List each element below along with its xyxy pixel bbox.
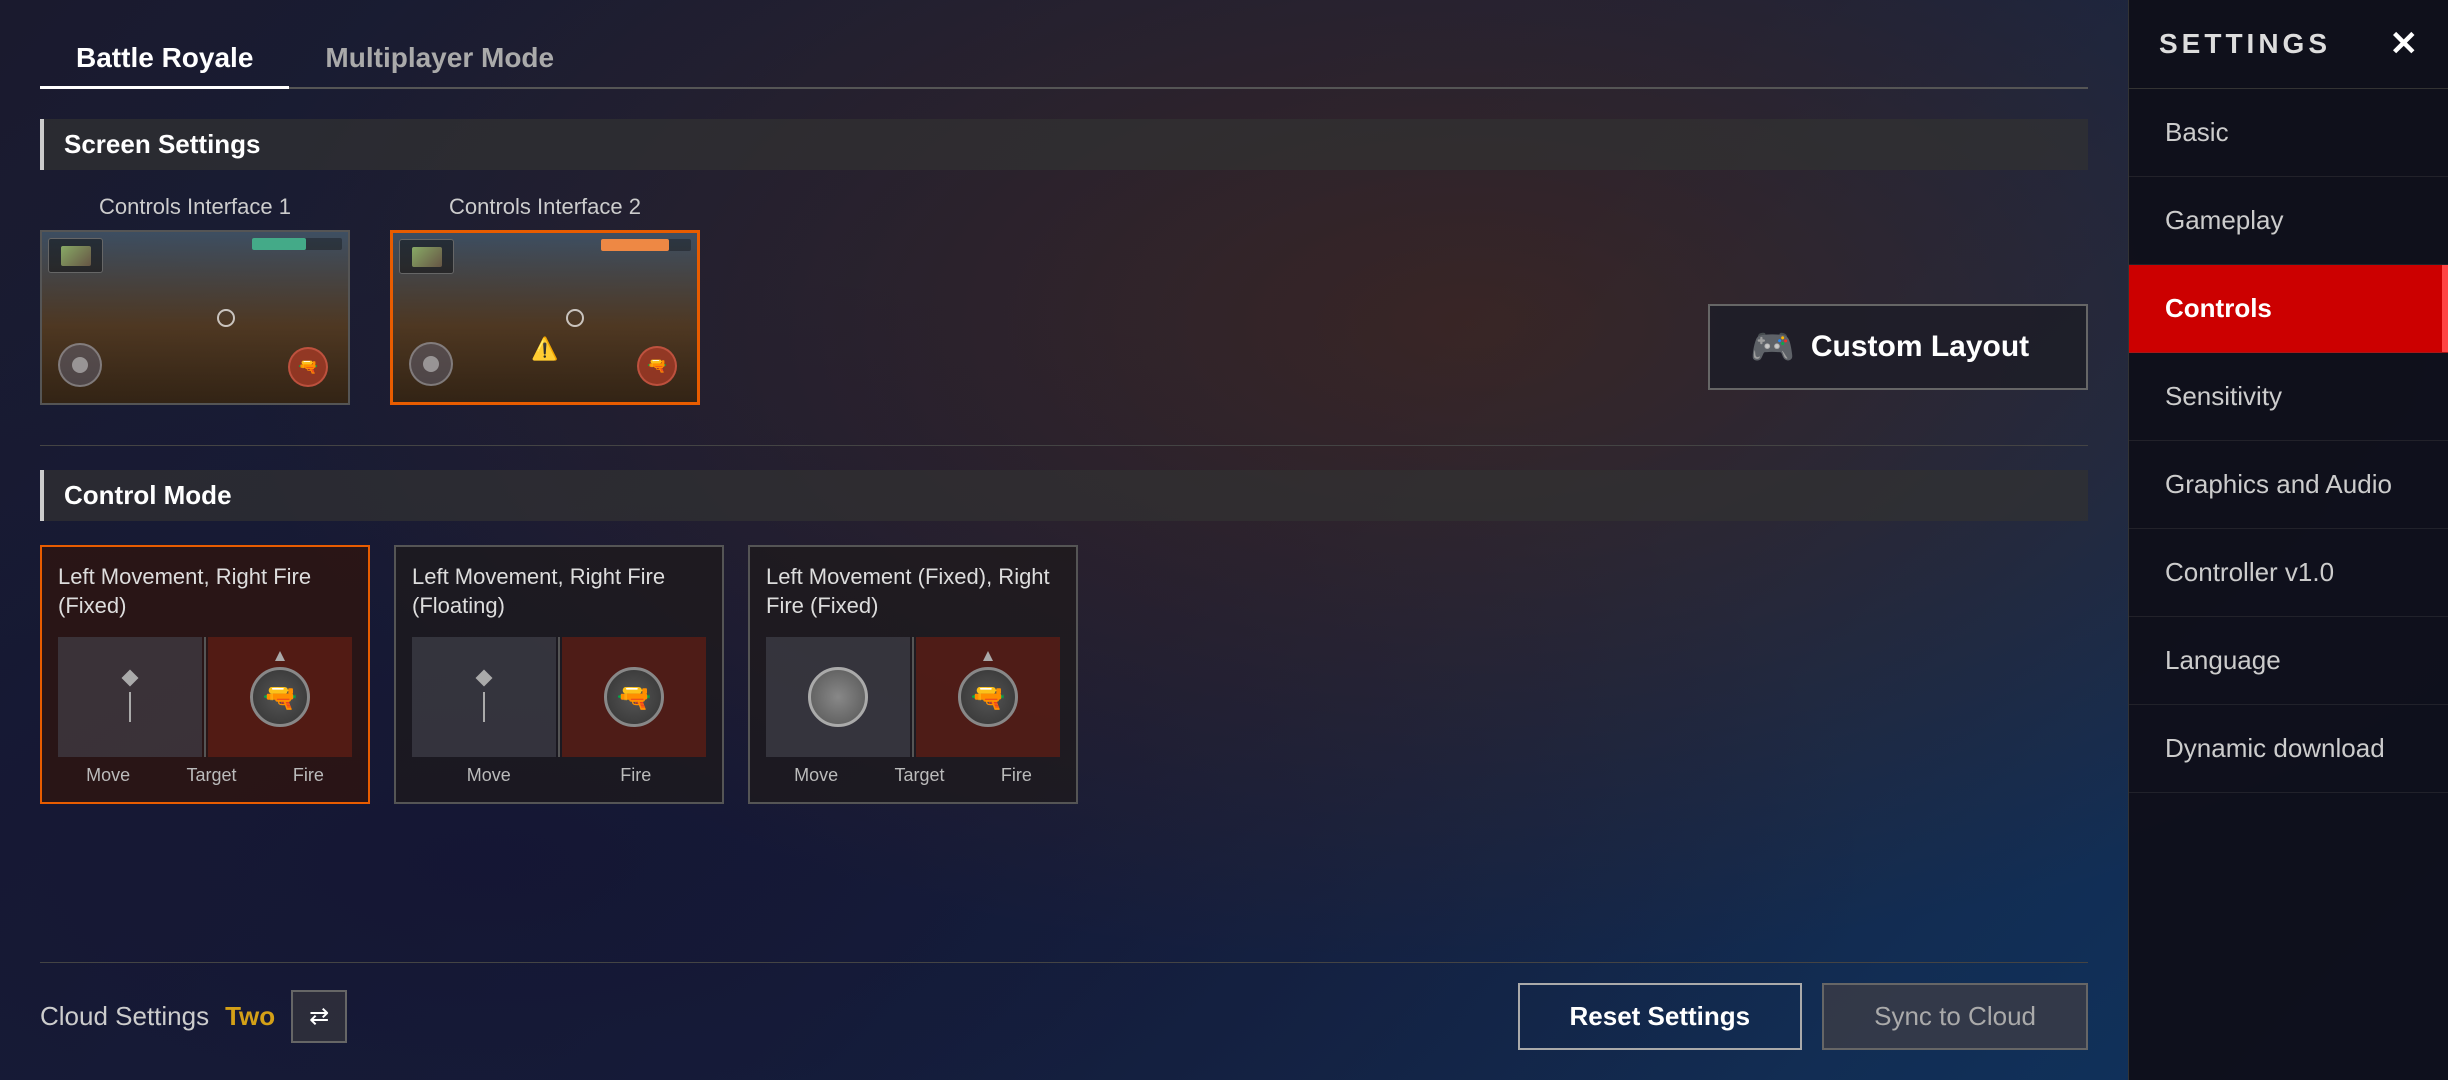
fire-button-3: 🔫 <box>958 667 1018 727</box>
swap-cloud-button[interactable]: ⇄ <box>291 990 347 1043</box>
control-half-left-3 <box>766 637 910 757</box>
control-half-left-2 <box>412 637 556 757</box>
interface-2-preview[interactable]: ⚠️ 🔫 <box>390 230 700 405</box>
sidebar-header: SETTINGS ✕ <box>2129 0 2448 89</box>
sync-to-cloud-button[interactable]: Sync to Cloud <box>1822 983 2088 1050</box>
interface-1-label: Controls Interface 1 <box>99 194 291 220</box>
control-mode-2-title: Left Movement, Right Fire (Floating) <box>412 563 706 623</box>
close-button[interactable]: ✕ <box>2390 24 2419 64</box>
label-fire-3: Fire <box>1001 765 1032 786</box>
custom-layout-button[interactable]: 🎮 Custom Layout <box>1708 304 2088 390</box>
screen-settings-area: Controls Interface 1 <box>40 194 2088 405</box>
label-move-1: Move <box>86 765 130 786</box>
fire-button-2: 🔫 <box>604 667 664 727</box>
label-target-3: Target <box>894 765 944 786</box>
control-half-right-2: 🔫 <box>562 637 706 757</box>
control-half-left-1 <box>58 637 202 757</box>
tab-multiplayer-mode[interactable]: Multiplayer Mode <box>289 30 590 89</box>
settings-sidebar: SETTINGS ✕ Basic Gameplay Controls Sensi… <box>2128 0 2448 1080</box>
joystick-stick-2 <box>483 692 485 722</box>
tab-battle-royale[interactable]: Battle Royale <box>40 30 289 89</box>
control-half-right-1: 🔫 <box>208 637 352 757</box>
label-fire-2: Fire <box>620 765 651 786</box>
sidebar-item-graphics-audio[interactable]: Graphics and Audio <box>2129 441 2448 529</box>
interface-2-label: Controls Interface 2 <box>449 194 641 220</box>
control-mode-2-visual: 🔫 <box>412 637 706 757</box>
fixed-joystick-3 <box>808 667 868 727</box>
joystick-stick-1 <box>129 692 131 722</box>
reset-settings-button[interactable]: Reset Settings <box>1518 983 1803 1050</box>
interface-1-preview-ui: 🔫 <box>42 232 348 403</box>
joystick-dot-1 <box>122 670 139 687</box>
sidebar-item-gameplay[interactable]: Gameplay <box>2129 177 2448 265</box>
control-labels-2: Move Fire <box>412 765 706 786</box>
control-modes-row: Left Movement, Right Fire (Fixed) 🔫 Move… <box>40 545 2088 804</box>
label-target-1: Target <box>186 765 236 786</box>
cloud-settings-value: Two <box>225 1001 275 1032</box>
sidebar-items-list: Basic Gameplay Controls Sensitivity Grap… <box>2129 89 2448 793</box>
bottom-bar: Cloud Settings Two ⇄ Reset Settings Sync… <box>40 962 2088 1050</box>
bottom-buttons: Reset Settings Sync to Cloud <box>1518 983 2088 1050</box>
control-mode-1-visual: 🔫 <box>58 637 352 757</box>
label-fire-1: Fire <box>293 765 324 786</box>
fire-button-1: 🔫 <box>250 667 310 727</box>
control-half-right-3: 🔫 <box>916 637 1060 757</box>
main-content: Battle Royale Multiplayer Mode Screen Se… <box>0 0 2128 1080</box>
sidebar-item-basic[interactable]: Basic <box>2129 89 2448 177</box>
gamepad-icon: 🎮 <box>1750 326 1795 368</box>
label-move-2: Move <box>467 765 511 786</box>
control-labels-1: Move Target Fire <box>58 765 352 786</box>
control-mode-3-visual: 🔫 <box>766 637 1060 757</box>
interfaces-row: Controls Interface 1 <box>40 194 700 405</box>
sidebar-item-dynamic-download[interactable]: Dynamic download <box>2129 705 2448 793</box>
sidebar-item-sensitivity[interactable]: Sensitivity <box>2129 353 2448 441</box>
cloud-settings: Cloud Settings Two ⇄ <box>40 990 347 1043</box>
tabs-bar: Battle Royale Multiplayer Mode <box>40 30 2088 89</box>
screen-settings-header: Screen Settings <box>40 119 2088 170</box>
cloud-settings-label: Cloud Settings <box>40 1001 209 1032</box>
custom-layout-label: Custom Layout <box>1811 330 2029 364</box>
control-mode-card-2[interactable]: Left Movement, Right Fire (Floating) 🔫 M… <box>394 545 724 804</box>
sidebar-title: SETTINGS <box>2159 28 2331 60</box>
separator-1 <box>40 445 2088 446</box>
sidebar-item-controller[interactable]: Controller v1.0 <box>2129 529 2448 617</box>
joystick-dot-2 <box>476 670 493 687</box>
control-mode-header: Control Mode <box>40 470 2088 521</box>
sidebar-item-language[interactable]: Language <box>2129 617 2448 705</box>
control-mode-1-title: Left Movement, Right Fire (Fixed) <box>58 563 352 623</box>
control-mode-card-1[interactable]: Left Movement, Right Fire (Fixed) 🔫 Move… <box>40 545 370 804</box>
control-mode-card-3[interactable]: Left Movement (Fixed), Right Fire (Fixed… <box>748 545 1078 804</box>
interface-1-item[interactable]: Controls Interface 1 <box>40 194 350 405</box>
sidebar-item-controls[interactable]: Controls <box>2129 265 2448 353</box>
label-move-3: Move <box>794 765 838 786</box>
control-mode-3-title: Left Movement (Fixed), Right Fire (Fixed… <box>766 563 1060 623</box>
interface-2-preview-ui: ⚠️ 🔫 <box>393 233 697 402</box>
interface-1-preview[interactable]: 🔫 <box>40 230 350 405</box>
control-labels-3: Move Target Fire <box>766 765 1060 786</box>
interface-2-item[interactable]: Controls Interface 2 ⚠️ <box>390 194 700 405</box>
